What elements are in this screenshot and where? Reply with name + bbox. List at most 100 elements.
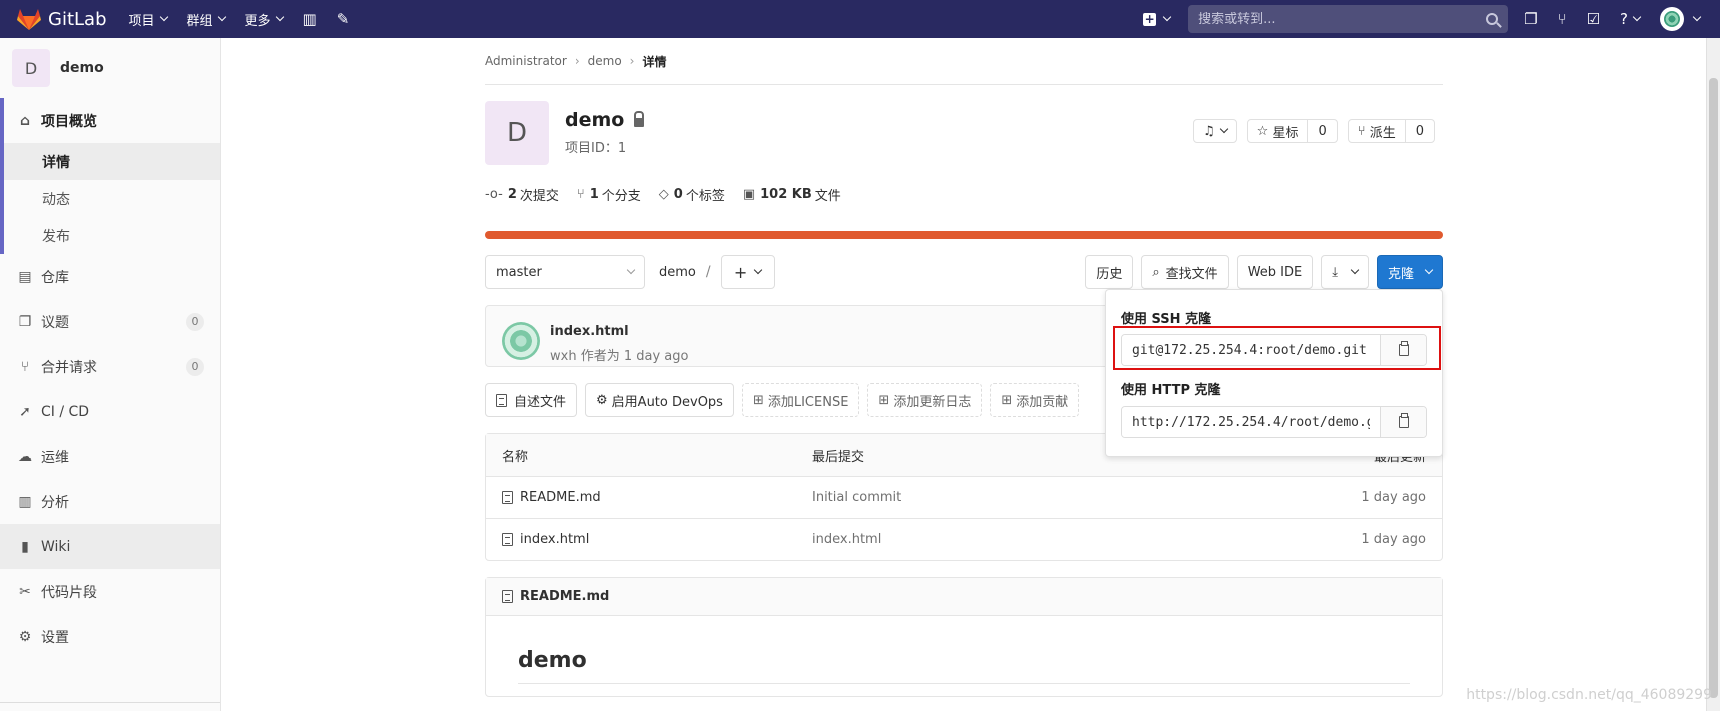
commits-label: 次提交	[519, 188, 559, 204]
sidebar-subitem-details[interactable]: 详情	[0, 143, 220, 180]
fork-count[interactable]: 0	[1404, 120, 1434, 142]
stat-branches[interactable]: ⑂ 1 个分支	[577, 185, 641, 204]
admin-wrench-icon[interactable]: ✎	[337, 10, 350, 28]
search-input[interactable]	[1198, 11, 1487, 27]
todos-icon[interactable]: ☑	[1587, 10, 1600, 28]
project-stats: -o- 2 次提交 ⑂ 1 个分支 ◇ 0 个标签 ▣ 102 KB 文件	[485, 173, 1443, 215]
add-contributing-button[interactable]: ⊞ 添加贡献	[990, 383, 1080, 417]
sidebar-item-wiki[interactable]: ▮ Wiki	[0, 524, 220, 569]
analytics-icon[interactable]: ▥	[303, 10, 317, 28]
scrollbar-thumb[interactable]	[1709, 78, 1718, 698]
nav-groups[interactable]: 群组	[187, 10, 226, 29]
nav-projects[interactable]: 项目	[129, 10, 168, 29]
file-name[interactable]: index.html	[520, 532, 589, 547]
nav-right: + ❐ ⑂ ☑ ?	[1143, 0, 1720, 38]
branch-select[interactable]: master	[485, 255, 645, 289]
star-button[interactable]: ☆ 星标 0	[1246, 119, 1338, 143]
fork-part: ⑂ 派生	[1349, 120, 1405, 142]
nav-more[interactable]: 更多	[245, 10, 284, 29]
commit-author-avatar[interactable]	[502, 322, 540, 360]
sidebar-item-label: 合并请求	[41, 359, 97, 376]
clone-label: 克隆	[1387, 266, 1414, 282]
project-id: 项目ID：1	[565, 141, 627, 156]
sidebar-item-label: 设置	[41, 629, 69, 646]
file-commit[interactable]: index.html	[812, 532, 1242, 547]
project-avatar: D	[12, 49, 50, 87]
star-count[interactable]: 0	[1307, 120, 1336, 142]
breadcrumb-current[interactable]: 详情	[642, 53, 666, 70]
path-separator: /	[705, 264, 711, 280]
sidebar-project-header[interactable]: D demo	[0, 38, 220, 98]
scissors-icon: ✂	[19, 583, 31, 600]
table-row[interactable]: README.md Initial commit 1 day ago	[486, 476, 1442, 518]
sidebar-item-snippets[interactable]: ✂ 代码片段	[0, 569, 220, 614]
commit-title[interactable]: index.html	[550, 324, 629, 339]
breadcrumb-project[interactable]: demo	[588, 54, 622, 68]
add-license-button[interactable]: ⊞ 添加LICENSE	[741, 383, 860, 417]
path-root[interactable]: demo	[659, 265, 696, 280]
sidebar-subitem-releases[interactable]: 发布	[0, 217, 220, 254]
tanuki-icon	[17, 9, 41, 30]
issues-icon[interactable]: ❐	[1524, 10, 1537, 28]
breadcrumb-admin[interactable]: Administrator	[485, 54, 567, 68]
stat-tags[interactable]: ◇ 0 个标签	[659, 185, 725, 204]
sidebar-item-operations[interactable]: ☁ 运维	[0, 434, 220, 479]
watermark-text: https://blog.csdn.net/qq_46089299	[1466, 687, 1712, 703]
gitlab-logo[interactable]: GitLab	[16, 7, 107, 31]
new-dropdown-button[interactable]: +	[1143, 11, 1172, 26]
user-menu[interactable]	[1660, 7, 1702, 31]
find-file-label: 查找文件	[1165, 266, 1218, 282]
sidebar-item-ci-cd[interactable]: ➚ CI / CD	[0, 389, 220, 434]
find-file-button[interactable]: ⌕ 查找文件	[1141, 255, 1229, 289]
fork-button[interactable]: ⑂ 派生 0	[1347, 119, 1435, 143]
file-updated: 1 day ago	[1361, 532, 1426, 547]
sidebar-item-settings[interactable]: ⚙ 设置	[0, 614, 220, 659]
commit-meta: wxh 作者为 1 day ago	[550, 349, 689, 364]
copy-http-url-button[interactable]	[1380, 407, 1426, 437]
clone-button[interactable]: 克隆	[1376, 255, 1443, 289]
table-row[interactable]: index.html index.html 1 day ago	[486, 518, 1442, 560]
help-icon[interactable]: ?	[1620, 10, 1642, 28]
cloud-gauge-icon: ☁	[18, 448, 32, 465]
search-box[interactable]	[1188, 5, 1509, 33]
sidebar-item-overview[interactable]: ⌂ 项目概览	[0, 98, 220, 143]
plus-square-icon: +	[1143, 11, 1157, 26]
sidebar-item-issues[interactable]: ❐ 议题 0	[0, 299, 220, 344]
project-avatar-large: D	[485, 101, 549, 165]
merge-requests-icon[interactable]: ⑂	[1558, 10, 1567, 28]
readme-header: README.md	[486, 578, 1442, 616]
commits-count: 2	[507, 186, 517, 202]
fork-icon: ⑂	[1357, 123, 1366, 139]
auto-devops-button[interactable]: ⚙ 启用Auto DevOps	[585, 383, 734, 417]
breadcrumb: Administrator › demo › 详情	[485, 38, 1443, 85]
http-clone-url-input[interactable]	[1122, 407, 1380, 437]
file-name[interactable]: README.md	[520, 490, 601, 505]
download-icon: ⤓	[1332, 264, 1338, 280]
notifications-button[interactable]: ♫	[1193, 119, 1237, 143]
sidebar-item-analytics[interactable]: ▥ 分析	[0, 479, 220, 524]
file-commit[interactable]: Initial commit	[812, 490, 1242, 505]
sidebar-item-merge-requests[interactable]: ⑂ 合并请求 0	[0, 344, 220, 389]
nav-menu: 项目 群组 更多 ▥ ✎	[129, 10, 370, 29]
sidebar-item-label: 运维	[41, 449, 69, 466]
search-icon	[1486, 13, 1499, 25]
download-button[interactable]: ⤓	[1321, 255, 1369, 289]
sidebar-item-repository[interactable]: ▤ 仓库	[0, 254, 220, 299]
stat-commits[interactable]: -o- 2 次提交	[485, 185, 559, 204]
readme-button[interactable]: 自述文件	[485, 383, 578, 417]
file-name-cell[interactable]: index.html	[486, 532, 812, 547]
sidebar-subitem-activity[interactable]: 动态	[0, 180, 220, 217]
file-name-cell[interactable]: README.md	[486, 490, 812, 505]
branch-icon: ⑂	[576, 186, 585, 202]
history-button[interactable]: 历史	[1085, 255, 1134, 289]
readme-filename[interactable]: README.md	[520, 589, 609, 604]
chevron-right-icon: ›	[574, 54, 580, 68]
file-icon: ▣	[742, 186, 756, 202]
branches-count: 1	[589, 186, 599, 202]
web-ide-button[interactable]: Web IDE	[1236, 255, 1314, 289]
readme-button-label: 自述文件	[514, 394, 567, 410]
page-scrollbar[interactable]	[1706, 38, 1720, 711]
stat-files[interactable]: ▣ 102 KB 文件	[743, 185, 841, 204]
add-changelog-button[interactable]: ⊞ 添加更新日志	[867, 383, 983, 417]
add-to-tree-button[interactable]: +	[720, 255, 775, 289]
